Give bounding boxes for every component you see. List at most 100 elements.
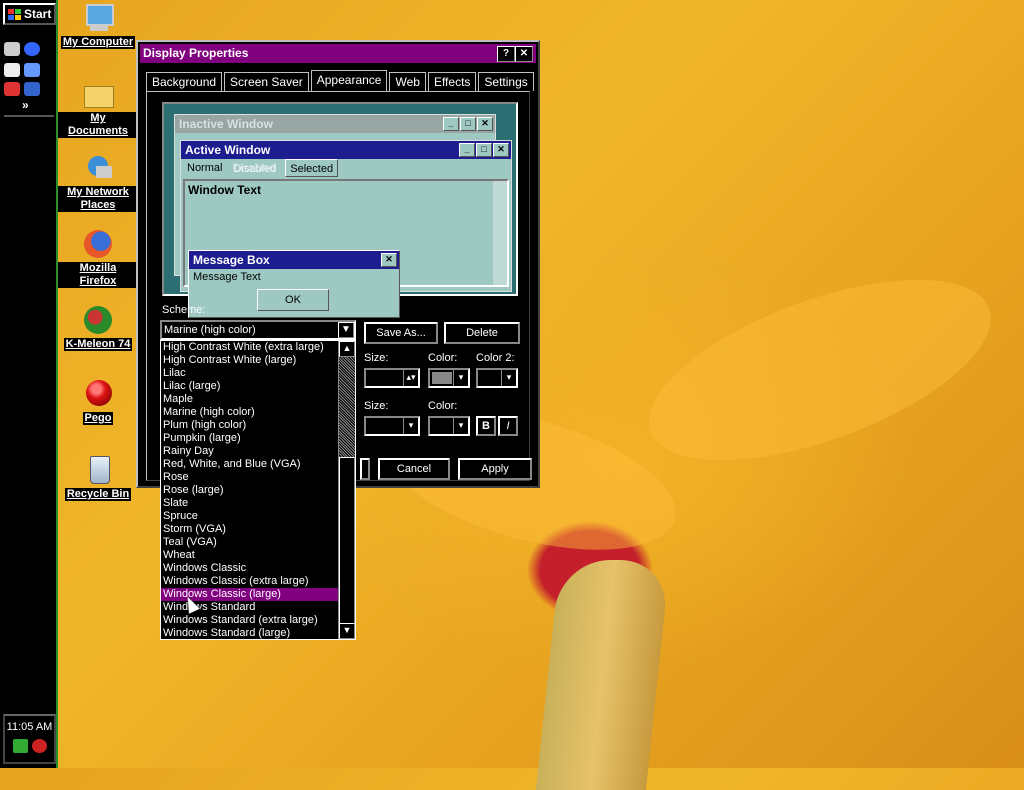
scheme-option[interactable]: Maple: [161, 393, 339, 406]
scheme-select[interactable]: Marine (high color) ▼: [160, 320, 356, 340]
quick-launch-more[interactable]: »: [22, 98, 29, 112]
close-button[interactable]: ✕: [515, 46, 533, 62]
computer-icon: [82, 2, 114, 34]
media-icon[interactable]: [4, 82, 20, 96]
desktop-icon-network[interactable]: My Network Places: [58, 152, 138, 212]
dropdown-scrollbar[interactable]: ▲ ▼: [338, 341, 355, 639]
preview-menu-bar: Normal Disabled Selected: [181, 159, 511, 177]
desktop-icon-recycle-bin[interactable]: Recycle Bin: [58, 454, 138, 501]
preview-msg-title: Message Box: [193, 253, 270, 267]
ie-icon[interactable]: [24, 42, 40, 56]
start-button[interactable]: Start: [3, 3, 56, 25]
scheme-option[interactable]: Windows Standard (extra large): [161, 614, 339, 627]
desktop-icon-my-documents[interactable]: My Documents: [58, 78, 138, 138]
tab-effects[interactable]: Effects: [427, 72, 477, 91]
spinner-arrows-icon[interactable]: ▴▾: [403, 370, 418, 386]
quick-launch-row: [4, 63, 54, 77]
scroll-up-icon[interactable]: ▲: [339, 341, 355, 357]
desktop-icon-my-computer[interactable]: My Computer: [58, 2, 138, 49]
cancel-button[interactable]: Cancel: [378, 458, 450, 480]
maximize-icon: □: [476, 143, 492, 157]
scheme-option[interactable]: Wheat: [161, 549, 339, 562]
scheme-option[interactable]: Windows Classic (extra large): [161, 575, 339, 588]
preview-scrollbar: [493, 181, 507, 285]
color2-label: Color 2:: [476, 352, 515, 364]
chevron-down-icon[interactable]: ▼: [338, 322, 354, 338]
desktop-icon-label: Mozilla Firefox: [58, 262, 138, 288]
tab-appearance[interactable]: Appearance: [310, 70, 388, 92]
font-size-dropdown[interactable]: ▾: [364, 416, 420, 436]
scheme-option[interactable]: Rose: [161, 471, 339, 484]
desktop-icon-label: Recycle Bin: [64, 488, 132, 501]
kmeleon-icon: [82, 304, 114, 336]
outlook-icon[interactable]: [4, 63, 20, 77]
firefox-icon: [82, 228, 114, 260]
item-color2-picker[interactable]: ▾: [476, 368, 518, 388]
save-as-button[interactable]: Save As...: [364, 322, 438, 344]
scroll-down-icon[interactable]: ▼: [339, 623, 355, 639]
apply-button[interactable]: Apply: [458, 458, 532, 480]
clock[interactable]: 11:05 AM: [5, 721, 54, 733]
item-size-spinner[interactable]: ▴▾: [364, 368, 420, 388]
messenger-icon[interactable]: [24, 82, 40, 96]
preview-inactive-title-bar: Inactive Window _ □ ✕: [175, 115, 495, 133]
font-color-label: Color:: [428, 400, 458, 412]
scheme-option[interactable]: Lilac (large): [161, 380, 339, 393]
scheme-option[interactable]: Rainy Day: [161, 445, 339, 458]
scheme-option[interactable]: Rose (large): [161, 484, 339, 497]
preview-message-box: Message Box ✕ Message Text OK: [188, 250, 400, 318]
desktop-icon-quick[interactable]: [4, 42, 20, 56]
font-color-picker[interactable]: ▾: [428, 416, 470, 436]
tab-settings[interactable]: Settings: [478, 72, 534, 91]
windows-logo-icon: [8, 8, 21, 20]
maximize-icon: □: [460, 117, 476, 131]
italic-button[interactable]: I: [498, 416, 518, 436]
desktop-icon-pego[interactable]: Pego: [58, 378, 138, 425]
close-icon: ✕: [381, 253, 397, 267]
item-color-picker[interactable]: ▾: [428, 368, 470, 388]
color-swatch: [432, 372, 452, 384]
desktop-icon-label: K-Meleon 74: [63, 338, 133, 351]
delete-button[interactable]: Delete: [444, 322, 520, 344]
scheme-option[interactable]: Slate: [161, 497, 339, 510]
font-size-label: Size:: [364, 400, 389, 412]
scheme-option[interactable]: High Contrast White (large): [161, 354, 339, 367]
scheme-option[interactable]: Lilac: [161, 367, 339, 380]
chevron-down-icon: ▾: [453, 370, 468, 386]
volume-tray-icon[interactable]: [31, 739, 47, 753]
scheme-option[interactable]: Windows Classic: [161, 562, 339, 575]
scheme-preview[interactable]: Inactive Window _ □ ✕ Active Window _ □ …: [162, 102, 518, 318]
scheme-option[interactable]: Plum (high color): [161, 419, 339, 432]
scheme-option[interactable]: Teal (VGA): [161, 536, 339, 549]
scroll-track[interactable]: [339, 357, 355, 457]
tab-background[interactable]: Background: [146, 72, 223, 91]
scheme-option[interactable]: Windows Standard (large): [161, 627, 339, 639]
desktop-icon-label: Pego: [82, 412, 114, 425]
dialog-title-bar[interactable]: Display Properties ? ✕: [140, 44, 536, 63]
scheme-option[interactable]: Storm (VGA): [161, 523, 339, 536]
search-quick-icon[interactable]: [24, 63, 40, 77]
preview-menu-disabled: Disabled: [232, 162, 276, 174]
tab-screen-saver[interactable]: Screen Saver: [224, 72, 309, 91]
preview-menu-normal: Normal: [187, 162, 223, 174]
scheme-option[interactable]: Red, White, and Blue (VGA): [161, 458, 339, 471]
scheme-option[interactable]: Marine (high color): [161, 406, 339, 419]
preview-ok-button: OK: [257, 289, 329, 311]
scheme-option[interactable]: Pumpkin (large): [161, 432, 339, 445]
bold-button[interactable]: B: [476, 416, 496, 436]
scheme-option[interactable]: High Contrast White (extra large): [161, 341, 339, 354]
scheme-selected-value: Marine (high color): [164, 324, 256, 336]
scheme-option[interactable]: Spruce: [161, 510, 339, 523]
desktop-icon-label: My Documents: [58, 112, 138, 138]
desktop-icon-kmeleon[interactable]: K-Meleon 74: [58, 304, 138, 351]
tab-web[interactable]: Web: [389, 72, 426, 91]
preview-active-title: Active Window: [185, 143, 271, 157]
desktop-icon-firefox[interactable]: Mozilla Firefox: [58, 228, 138, 288]
taskbar-separator: [4, 115, 54, 117]
help-button[interactable]: ?: [497, 46, 515, 62]
chevron-down-icon: ▾: [453, 418, 468, 434]
ok-button[interactable]: [360, 458, 370, 480]
system-tray: 11:05 AM: [3, 714, 56, 764]
scroll-thumb[interactable]: [339, 457, 355, 625]
network-tray-icon[interactable]: [12, 739, 28, 753]
